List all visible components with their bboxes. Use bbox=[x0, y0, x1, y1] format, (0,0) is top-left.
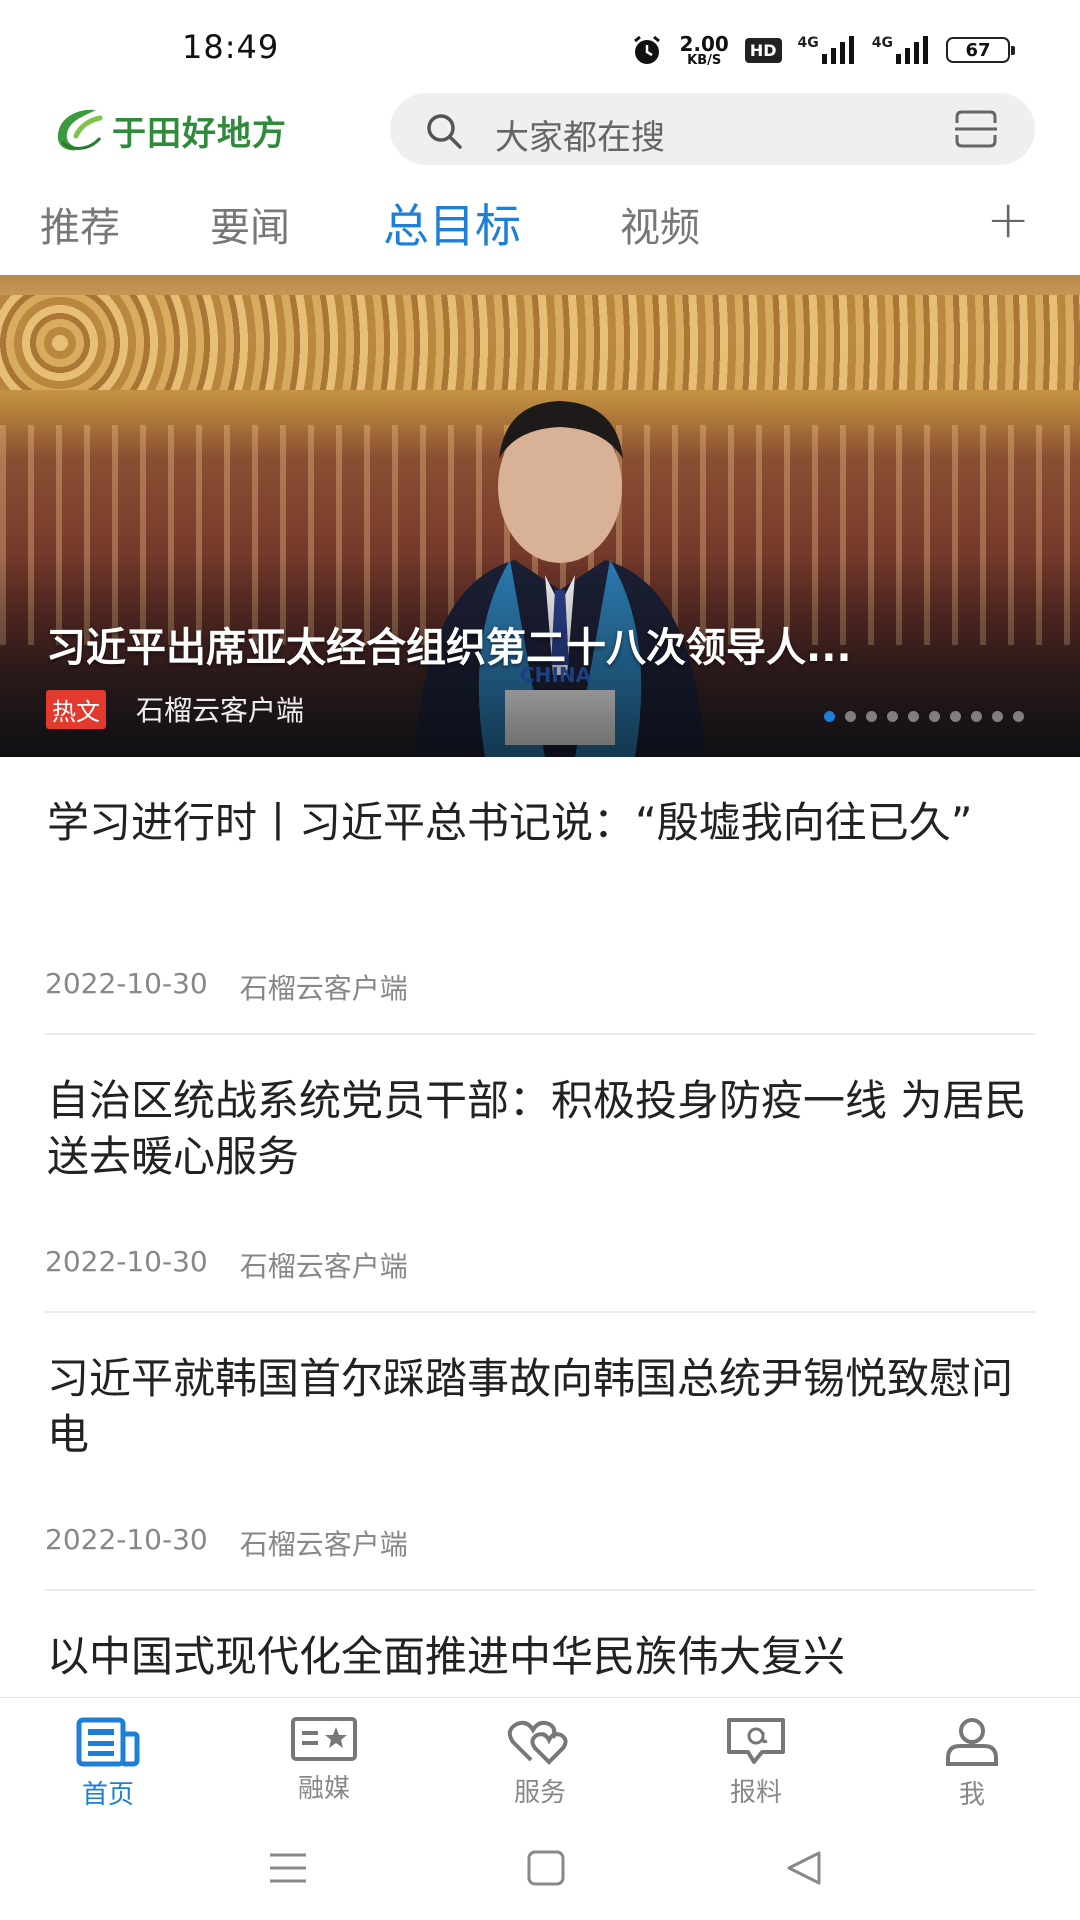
net-speed: 2.00 KB/S bbox=[680, 34, 729, 67]
carousel-dot[interactable] bbox=[824, 711, 835, 722]
carousel-dot[interactable] bbox=[992, 711, 1003, 722]
banner-source: 石榴云客户端 bbox=[136, 694, 305, 727]
tab-recommend[interactable]: 推荐 bbox=[40, 195, 120, 253]
tab-headlines[interactable]: 要闻 bbox=[210, 195, 290, 253]
report-chat-icon bbox=[727, 1718, 785, 1764]
nav-service[interactable]: 服务 bbox=[432, 1698, 648, 1821]
carousel-dot[interactable] bbox=[908, 711, 919, 722]
status-icons: 2.00 KB/S HD 4G 4G 67 bbox=[630, 30, 1015, 70]
net-speed-value: 2.00 bbox=[679, 31, 729, 56]
category-tabs: 推荐 要闻 总目标 视频 + bbox=[0, 180, 1080, 270]
carousel-dot[interactable] bbox=[929, 711, 940, 722]
media-icon bbox=[291, 1717, 357, 1761]
scan-icon[interactable] bbox=[953, 109, 999, 149]
news-source: 石榴云客户端 bbox=[239, 1250, 408, 1283]
app-header: 于田好地方 大家都在搜 bbox=[0, 90, 1080, 180]
hd-icon: HD bbox=[744, 37, 782, 63]
search-icon bbox=[427, 114, 462, 149]
carousel-dot[interactable] bbox=[887, 711, 898, 722]
nav-media[interactable]: 融媒 bbox=[216, 1698, 432, 1821]
news-title: 学习进行时丨习近平总书记说：“殷墟我向往已久” bbox=[47, 798, 973, 847]
app-logo[interactable]: 于田好地方 bbox=[50, 100, 287, 160]
nav-label: 我 bbox=[958, 1780, 985, 1810]
carousel-dot[interactable] bbox=[1013, 711, 1024, 722]
user-icon bbox=[946, 1718, 998, 1766]
carousel-dot[interactable] bbox=[866, 711, 877, 722]
hot-badge: 热文 bbox=[46, 689, 106, 729]
news-date: 2022-10-30 bbox=[45, 967, 208, 1000]
logo-leaf-icon bbox=[57, 109, 103, 151]
menu-icon[interactable] bbox=[268, 1850, 308, 1886]
nav-home[interactable]: 首页 bbox=[0, 1698, 216, 1821]
carousel-dots bbox=[824, 711, 1024, 722]
search-bar[interactable]: 大家都在搜 bbox=[390, 93, 1035, 165]
carousel-dot[interactable] bbox=[950, 711, 961, 722]
bottom-nav: 首页 融媒 服务 报料 我 bbox=[0, 1697, 1080, 1820]
nav-label: 首页 bbox=[81, 1780, 134, 1810]
nav-label: 服务 bbox=[513, 1778, 566, 1808]
battery-level: 67 bbox=[965, 39, 991, 61]
news-item[interactable]: 学习进行时丨习近平总书记说：“殷墟我向往已久” 2022-10-30 石榴云客户… bbox=[45, 757, 1035, 1035]
home-square-icon[interactable] bbox=[527, 1850, 565, 1886]
status-bar: 18:49 2.00 KB/S HD 4G 4G 67 bbox=[0, 0, 1080, 90]
signal-label: 4G bbox=[797, 35, 819, 51]
tab-general-goal[interactable]: 总目标 bbox=[383, 190, 521, 256]
news-title: 以中国式现代化全面推进中华民族伟大复兴 bbox=[47, 1632, 846, 1681]
news-date: 2022-10-30 bbox=[45, 1245, 208, 1278]
battery-icon: 67 bbox=[946, 37, 1015, 63]
nav-me[interactable]: 我 bbox=[864, 1698, 1080, 1821]
carousel-dot[interactable] bbox=[845, 711, 856, 722]
signal-4g-icon-2: 4G bbox=[872, 36, 930, 64]
news-item[interactable]: 习近平就韩国首尔踩踏事故向韩国总统尹锡悦致慰问电 2022-10-30 石榴云客… bbox=[45, 1313, 1035, 1591]
logo-text: 于田好地方 bbox=[112, 113, 287, 154]
system-nav-bar bbox=[0, 1820, 1080, 1920]
news-meta: 2022-10-30 石榴云客户端 bbox=[45, 1245, 408, 1285]
banner-meta: 热文 石榴云客户端 bbox=[46, 689, 304, 729]
nav-label: 融媒 bbox=[297, 1774, 350, 1804]
signal-label-2: 4G bbox=[871, 35, 893, 51]
nav-report[interactable]: 报料 bbox=[648, 1698, 864, 1821]
home-news-icon bbox=[76, 1717, 140, 1767]
news-title: 习近平就韩国首尔踩踏事故向韩国总统尹锡悦致慰问电 bbox=[47, 1354, 1014, 1459]
service-hearts-icon bbox=[507, 1720, 568, 1765]
news-meta: 2022-10-30 石榴云客户端 bbox=[45, 1523, 408, 1563]
status-time: 18:49 bbox=[182, 28, 280, 66]
news-date: 2022-10-30 bbox=[45, 1523, 208, 1556]
net-speed-unit: KB/S bbox=[687, 52, 722, 68]
nav-label: 报料 bbox=[729, 1778, 782, 1808]
news-item[interactable]: 以中国式现代化全面推进中华民族伟大复兴 bbox=[45, 1591, 1035, 1697]
signal-4g-icon: 4G bbox=[798, 36, 856, 64]
news-source: 石榴云客户端 bbox=[239, 972, 408, 1005]
banner-title[interactable]: 习近平出席亚太经合组织第二十八次领导人... bbox=[46, 615, 1046, 673]
news-meta: 2022-10-30 石榴云客户端 bbox=[45, 967, 408, 1007]
back-triangle-icon[interactable] bbox=[785, 1850, 823, 1886]
search-placeholder: 大家都在搜 bbox=[495, 118, 665, 158]
banner-carousel[interactable]: CHINA 习近平出席亚太经合组织第二十八次领导人... 热文 石榴云客户端 bbox=[0, 275, 1080, 757]
carousel-dot[interactable] bbox=[971, 711, 982, 722]
news-title: 自治区统战系统党员干部：积极投身防疫一线 为居民送去暖心服务 bbox=[47, 1076, 1027, 1181]
alarm-icon bbox=[633, 35, 660, 64]
news-item[interactable]: 自治区统战系统党员干部：积极投身防疫一线 为居民送去暖心服务 2022-10-3… bbox=[45, 1035, 1035, 1313]
add-tab-button[interactable]: + bbox=[986, 190, 1030, 250]
tab-video[interactable]: 视频 bbox=[620, 195, 700, 253]
news-list: 学习进行时丨习近平总书记说：“殷墟我向往已久” 2022-10-30 石榴云客户… bbox=[0, 757, 1080, 1697]
news-source: 石榴云客户端 bbox=[239, 1528, 408, 1561]
